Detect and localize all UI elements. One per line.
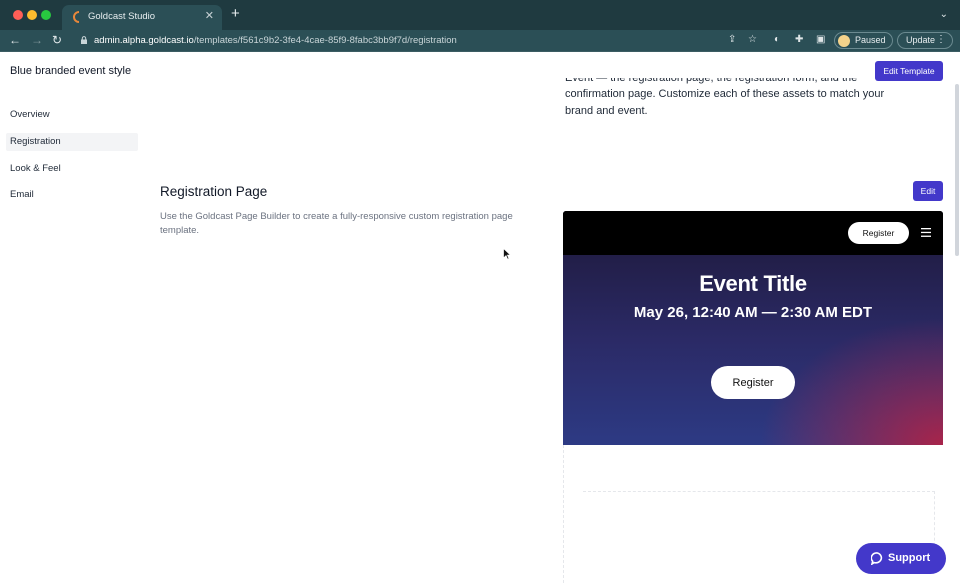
share-icon[interactable]: ⇪ [728,34,736,46]
puzzle-extensions-icon[interactable]: ✚ [795,34,803,46]
url-path: /templates/f561c9b2-3fe4-4cae-85f9-8fabc… [193,35,457,46]
mouse-cursor-icon [503,248,511,260]
maximize-window-button[interactable] [41,10,51,20]
extension-icon[interactable]: ◐ [774,34,780,46]
hamburger-menu-icon [921,228,931,237]
preview-placeholder-inner [583,491,935,551]
url-text: admin.alpha.goldcast.io/templates/f561c9… [94,35,457,46]
page-scrollbar[interactable] [955,84,959,256]
chat-bubble-icon [871,552,883,565]
update-label: Update [906,35,936,45]
profile-button[interactable]: Paused [834,32,893,49]
preview-header-register-button: Register [848,222,909,244]
goldcast-favicon-icon [73,11,80,23]
tab-search-icon[interactable]: ⌄ [940,9,948,20]
bookmark-star-icon[interactable]: ☆ [748,34,757,46]
preview-register-button: Register [711,366,795,399]
registration-page-description: Use the Goldcast Page Builder to create … [160,211,513,236]
support-label: Support [888,552,931,564]
new-tab-button[interactable]: + [231,6,240,21]
intro-line-3: brand and event. [565,105,648,117]
sidebar-item-overview[interactable]: Overview [6,106,138,124]
close-window-button[interactable] [13,10,23,20]
forward-icon[interactable]: → [31,33,43,47]
sidebar-item-registration[interactable]: Registration [6,133,138,151]
registration-page-preview: Register Event Title May 26, 12:40 AM — … [563,211,943,445]
registration-page-heading: Registration Page [160,184,268,199]
preview-header: Register [563,211,943,255]
url-host: admin.alpha.goldcast.io [94,35,194,46]
profile-status: Paused [855,35,886,45]
sidebar-item-look-and-feel[interactable]: Look & Feel [6,160,138,178]
browser-address-bar: ← → ↻ admin.alpha.goldcast.io/templates/… [0,30,960,52]
intro-line-2: confirmation page. Customize each of the… [565,88,885,100]
minimize-window-button[interactable] [27,10,37,20]
edit-registration-page-button[interactable]: Edit [913,181,943,201]
tab-title: Goldcast Studio [88,11,156,22]
sidebar-item-email[interactable]: Email [6,186,138,204]
reload-icon[interactable]: ↻ [52,33,62,47]
avatar [838,35,850,47]
lock-icon [81,36,87,44]
support-button[interactable]: Support [856,543,946,574]
side-panel-icon[interactable]: ▣ [816,34,825,46]
intro-text: Event — the registration page, the regis… [565,78,915,120]
intro-line-1: Event — the registration page, the regis… [565,78,858,84]
back-icon[interactable]: ← [9,33,21,47]
tab-close-icon[interactable]: ✕ [205,9,214,22]
page-title: Blue branded event style [10,65,132,77]
browser-tab-bar: Goldcast Studio ✕ + ⌄ [0,0,960,30]
url-input[interactable]: admin.alpha.goldcast.io/templates/f561c9… [72,32,722,49]
preview-event-title: Event Title [699,271,807,296]
browser-tab[interactable]: Goldcast Studio ✕ [62,5,222,30]
update-button[interactable]: Update ⋮ [897,32,953,49]
more-vert-icon: ⋮ [936,34,946,45]
preview-event-date: May 26, 12:40 AM — 2:30 AM EDT [633,304,873,321]
